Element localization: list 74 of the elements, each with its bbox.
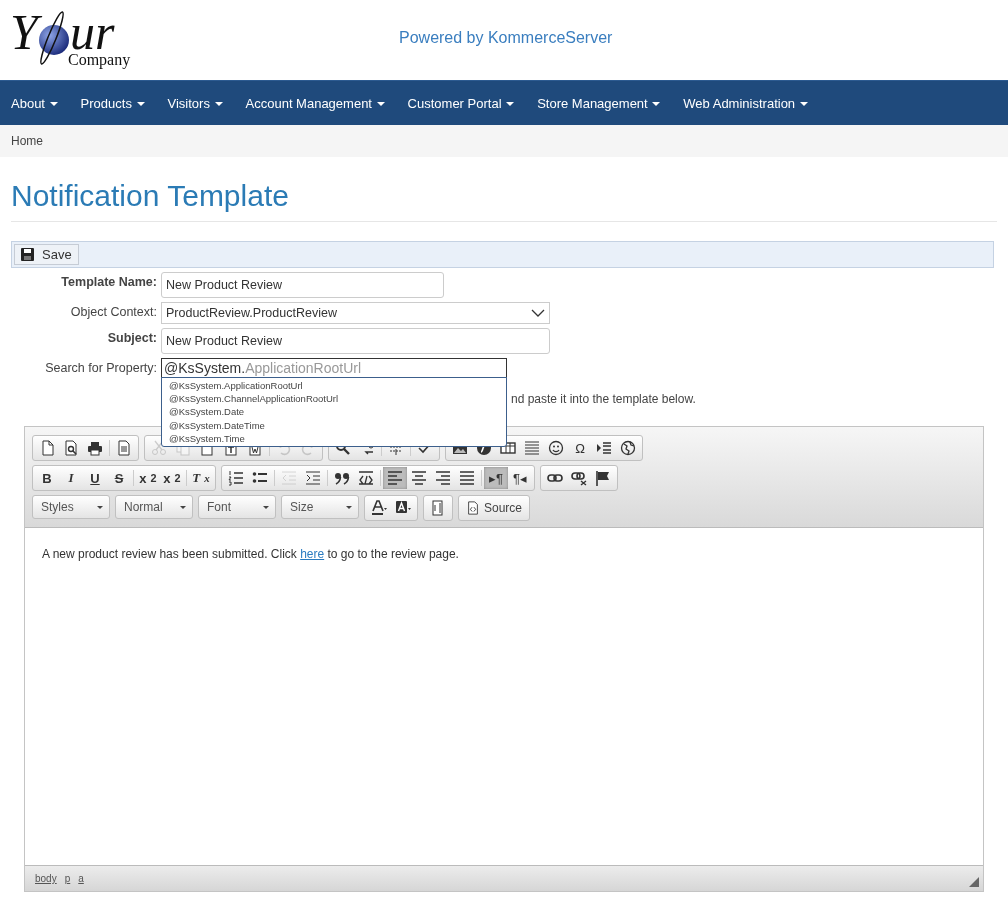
indent-icon [305,470,321,486]
align-center-icon [411,470,427,486]
justify-icon [459,470,475,486]
copy-icon [175,446,191,456]
smiley-icon [548,440,564,456]
outdent-icon [281,470,297,486]
format-dropdown[interactable]: Normal [115,495,193,519]
toolbar-button[interactable]: I [59,467,83,489]
suggestion-item[interactable]: @KsSystem.ChannelApplicationRootUrl [169,392,499,406]
preview-icon [63,440,79,456]
element-path-link[interactable]: a [78,873,84,884]
resize-grip-icon [969,877,979,887]
background-color-icon [395,500,411,516]
source-button[interactable]: Source [461,497,528,519]
field-label: Search for Property: [44,360,158,375]
scissors-icon [151,440,167,456]
suggestion-item[interactable]: @KsSystem.Time [169,431,499,445]
print-icon [87,440,103,456]
format-dropdown[interactable]: Font [198,495,276,519]
toolbar-button[interactable]: B [35,467,59,489]
nav-menu-item[interactable]: Account Management [234,95,397,111]
toolbar-button[interactable]: Ω [568,437,592,459]
document-icon [116,440,132,456]
nav-menu-item[interactable]: Visitors [156,95,235,111]
suggestion-item[interactable]: @KsSystem.ApplicationRootUrl [169,379,499,393]
save-button[interactable]: Save [14,244,79,265]
bullet-list-icon [252,470,268,486]
nav-menu-item[interactable]: Customer Portal [396,95,527,111]
unlink-icon [571,470,587,486]
page-break-icon [596,440,612,456]
format-dropdown[interactable]: Styles [32,495,110,519]
field-label: Subject: [106,330,158,345]
toolbar-button[interactable]: ▸¶ [484,467,508,489]
maximize-icon [430,500,446,516]
numbered-list-icon [228,470,244,486]
align-left-icon [387,470,403,486]
flag-icon [595,470,611,486]
here-link[interactable]: here [300,547,325,561]
powered-by-text: Powered by KommerceServer [399,29,613,47]
chevron-down-icon [531,309,545,317]
property-search-field[interactable]: @KsSystem.ApplicationRootUrl [161,358,507,378]
search-icon [335,446,351,456]
format-dropdown[interactable]: Size [281,495,359,519]
nav-menu-item[interactable]: Products [69,95,157,111]
object-context-select[interactable]: ProductReview.ProductReview [161,302,550,324]
template-body-text: A new product review has been submitted. Click here to go to the review page. [42,547,460,561]
horizontal-rule-icon [524,440,540,456]
nav-menu-item[interactable]: Web Administration [672,95,820,111]
field-label: Object Context: [69,304,158,319]
suggestion-item[interactable]: @KsSystem.DateTime [169,418,499,432]
new-page-icon [39,440,55,456]
element-path-link[interactable]: body [35,873,57,884]
text-color-icon [371,500,387,516]
page-title: Notification Template [11,179,997,222]
align-right-icon [435,470,451,486]
select-all-icon [388,446,404,456]
field-label: Template Name: [60,274,158,289]
align-left-button[interactable] [383,467,407,489]
nav-menu-item[interactable]: About [0,95,70,111]
suggestion-item[interactable]: @KsSystem.Date [169,405,499,419]
subject-field[interactable]: New Product Review [161,328,550,354]
source-icon [466,500,480,516]
image-icon [452,446,468,456]
help-text: nd paste it into the template below. [510,392,697,408]
element-path-link[interactable]: p [64,873,71,884]
template-name-field[interactable]: New Product Review [161,272,444,298]
globe-icon [620,440,636,456]
quote-icon [334,470,350,486]
toolbar-button[interactable]: U [83,467,107,489]
breadcrumb-item[interactable]: Home [11,134,43,148]
nav-menu-item[interactable]: Store Management [526,95,673,111]
toolbar-button[interactable]: ¶◂ [508,467,532,489]
div-icon [358,470,374,486]
toolbar-button[interactable]: S [107,467,131,489]
